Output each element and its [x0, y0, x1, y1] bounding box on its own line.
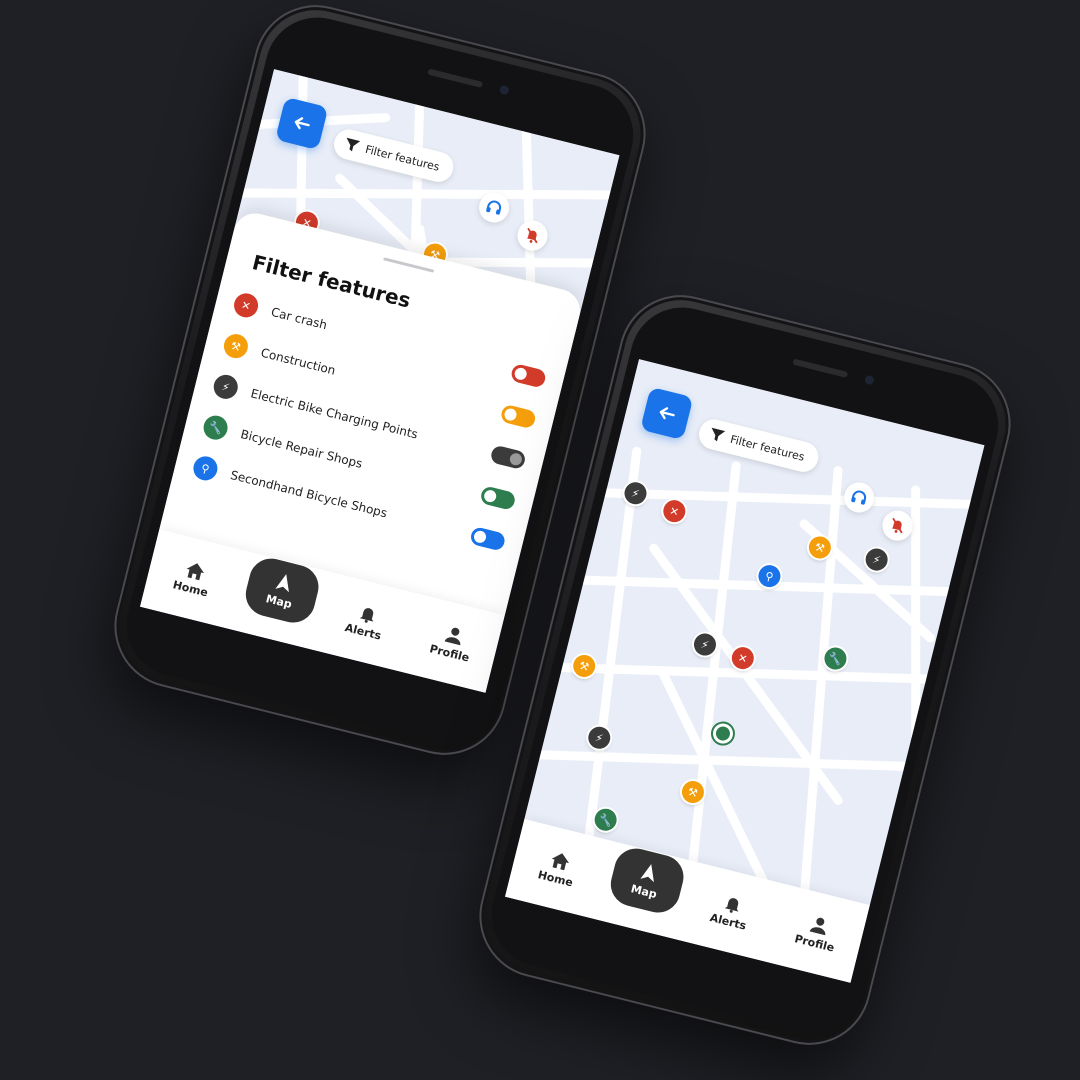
person-icon [809, 917, 825, 936]
nav-label: Alerts [708, 911, 748, 933]
person-icon [444, 627, 460, 646]
funnel-icon [711, 427, 726, 442]
feature-toggle[interactable] [499, 403, 537, 430]
wrench-icon: 🔧 [201, 413, 231, 443]
headphones-icon [486, 200, 502, 215]
arrow-left-icon [659, 407, 675, 420]
bicycle-icon: ⚲ [190, 453, 220, 483]
nav-home[interactable]: Home [520, 844, 596, 894]
front-camera [863, 374, 875, 386]
toggle-knob [508, 451, 524, 467]
charging-icon: ⚡ [211, 372, 241, 402]
bell-icon [359, 607, 373, 623]
nav-alerts[interactable]: Alerts [328, 597, 404, 647]
nav-home[interactable]: Home [155, 554, 231, 604]
nav-label: Map [629, 882, 659, 902]
toggle-knob [472, 529, 488, 545]
speaker [792, 358, 849, 378]
toggle-knob [503, 407, 518, 422]
screen: Filter features ✕ ⚒ Filter features ✕ Ca… [140, 69, 620, 693]
speaker [427, 68, 484, 88]
construction-icon: ⚒ [221, 331, 251, 361]
nav-label: Home [536, 868, 575, 890]
nav-profile[interactable]: Profile [779, 908, 855, 958]
feature-toggle[interactable] [469, 525, 507, 552]
home-icon [551, 853, 569, 871]
headphones-icon [851, 490, 867, 505]
nav-label: Profile [428, 642, 471, 665]
funnel-icon [346, 137, 361, 152]
bell-icon [724, 897, 738, 913]
navigation-arrow-icon [274, 573, 289, 593]
toggle-knob [482, 488, 498, 504]
bell-off-icon [526, 227, 538, 244]
arrow-left-icon [294, 117, 310, 130]
nav-alerts[interactable]: Alerts [693, 887, 769, 937]
navigation-arrow-icon [639, 863, 654, 883]
sheet-handle[interactable] [383, 257, 435, 273]
nav-label: Home [171, 578, 210, 600]
nav-label: Alerts [343, 621, 383, 643]
feature-toggle[interactable] [489, 444, 527, 471]
toggle-knob [513, 366, 528, 382]
front-camera [498, 84, 510, 96]
screen: Filter features ⚡ ✕ ⚒ ⚡ ⚲ 🔧 ⚡ ✕ ⚒ ⚡ ⚒ 🔧 … [505, 359, 985, 983]
bell-off-icon [891, 517, 903, 534]
nav-profile[interactable]: Profile [414, 618, 490, 668]
nav-label: Profile [793, 932, 836, 955]
home-icon [186, 563, 204, 581]
feature-toggle[interactable] [479, 485, 517, 511]
nav-label: Map [264, 592, 294, 612]
feature-toggle[interactable] [509, 362, 548, 389]
car-crash-icon: ✕ [231, 290, 261, 320]
